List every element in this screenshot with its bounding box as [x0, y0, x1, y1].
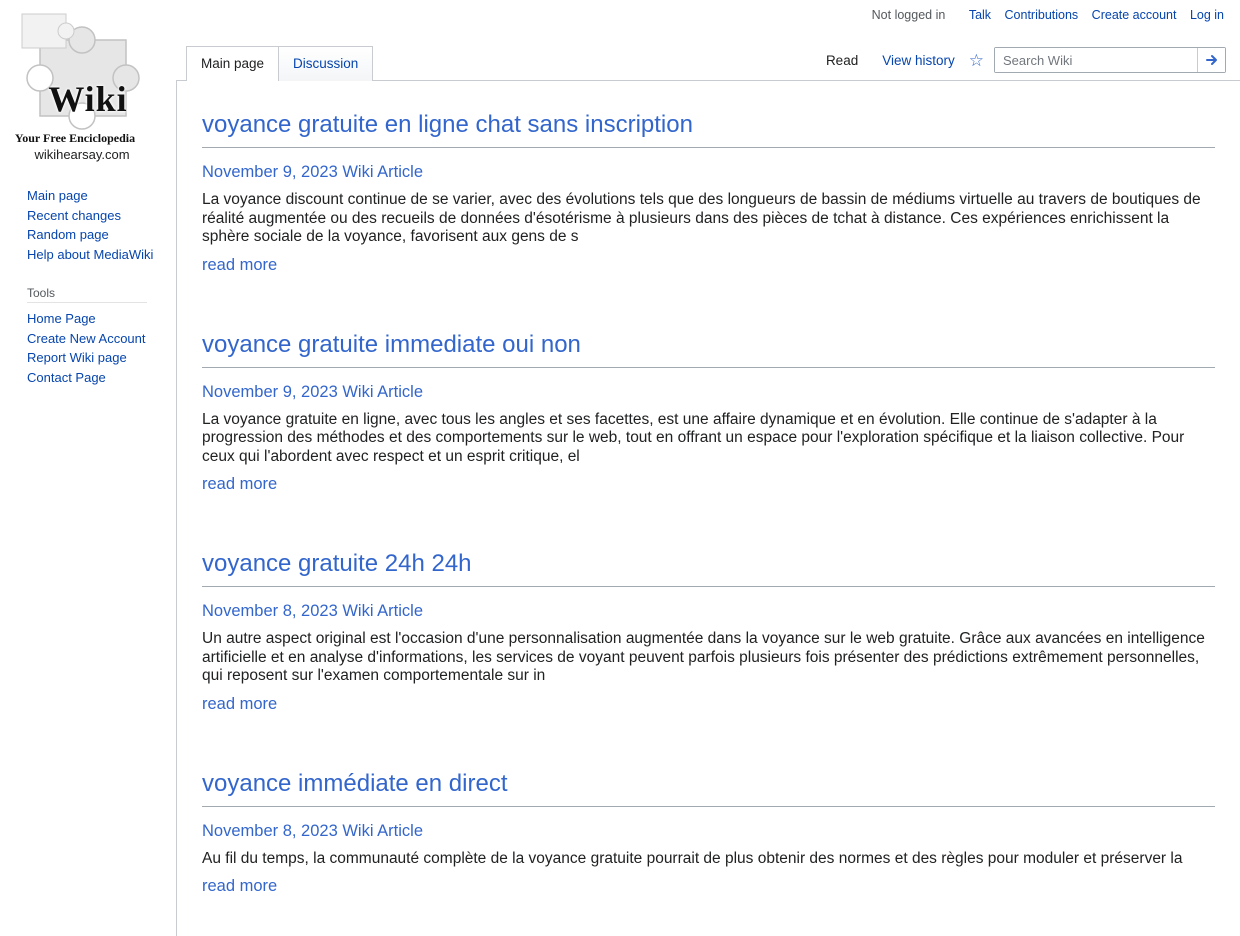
tab-view-history[interactable]: View history [870, 53, 967, 68]
article-title-link[interactable]: voyance gratuite en ligne chat sans insc… [202, 111, 1215, 148]
search-input[interactable] [995, 48, 1197, 72]
namespace-tabs: Main page Discussion [186, 45, 372, 80]
tab-read[interactable]: Read [814, 53, 870, 68]
article-excerpt: La voyance discount continue de se varie… [202, 191, 1215, 247]
sidebar-item-random-page[interactable]: Random page [27, 225, 176, 245]
sidebar-item-main-page[interactable]: Main page [27, 186, 176, 206]
personal-bar: Not logged in Talk Contributions Create … [176, 0, 1240, 28]
article-date: November 8, 2023 Wiki Article [202, 602, 1215, 621]
tools-item-report-wiki-page[interactable]: Report Wiki page [27, 348, 176, 368]
article-date: November 9, 2023 Wiki Article [202, 383, 1215, 402]
site-logo[interactable]: Wiki Your Free Enciclopedia wikihearsay.… [0, 0, 176, 168]
create-account-link[interactable]: Create account [1092, 8, 1177, 22]
watch-star-icon[interactable]: ☆ [967, 52, 994, 69]
page-header: Main page Discussion Read View history ☆ [176, 28, 1240, 80]
main-column: Not logged in Talk Contributions Create … [176, 0, 1240, 936]
read-more-link[interactable]: read more [202, 475, 277, 494]
read-more-link[interactable]: read more [202, 695, 277, 714]
article-title-link[interactable]: voyance immédiate en direct [202, 770, 1215, 807]
article-excerpt: Un autre aspect original est l'occasion … [202, 630, 1215, 686]
article-title-link[interactable]: voyance gratuite 24h 24h [202, 550, 1215, 587]
sidebar-nav: Main page Recent changes Random page Hel… [0, 168, 176, 264]
logo-tagline: Your Free Enciclopedia [0, 131, 150, 146]
tab-main-page[interactable]: Main page [186, 46, 279, 81]
article-title-link[interactable]: voyance gratuite immediate oui non [202, 331, 1215, 368]
article-date: November 8, 2023 Wiki Article [202, 822, 1215, 841]
tools-nav: Home Page Create New Account Report Wiki… [0, 309, 176, 387]
article-excerpt: Au fil du temps, la communauté complète … [202, 850, 1215, 869]
sidebar: Wiki Your Free Enciclopedia wikihearsay.… [0, 0, 176, 800]
tools-item-home-page[interactable]: Home Page [27, 309, 176, 329]
article-entry: voyance immédiate en direct November 8, … [202, 770, 1215, 897]
article-entry: voyance gratuite 24h 24h November 8, 202… [202, 550, 1215, 714]
read-more-link[interactable]: read more [202, 877, 277, 896]
contributions-link[interactable]: Contributions [1005, 8, 1079, 22]
article-list: voyance gratuite en ligne chat sans insc… [176, 80, 1240, 936]
logo-domain: wikihearsay.com [0, 147, 164, 162]
search-box [994, 47, 1226, 73]
article-date: November 9, 2023 Wiki Article [202, 163, 1215, 182]
article-entry: voyance gratuite en ligne chat sans insc… [202, 111, 1215, 275]
article-entry: voyance gratuite immediate oui non Novem… [202, 331, 1215, 495]
sidebar-item-recent-changes[interactable]: Recent changes [27, 206, 176, 226]
not-logged-in-label: Not logged in [872, 8, 946, 22]
talk-link[interactable]: Talk [969, 8, 991, 22]
log-in-link[interactable]: Log in [1190, 8, 1224, 22]
view-controls: Read View history ☆ [814, 47, 1226, 80]
go-arrow-icon [1205, 53, 1219, 67]
search-go-button[interactable] [1197, 48, 1225, 72]
tools-section-title: Tools [27, 286, 147, 303]
tab-discussion[interactable]: Discussion [278, 46, 373, 81]
article-excerpt: La voyance gratuite en ligne, avec tous … [202, 411, 1215, 467]
sidebar-item-help-mediawiki[interactable]: Help about MediaWiki [27, 245, 176, 265]
logo-wordmark: Wiki [0, 78, 176, 120]
tools-item-create-new-account[interactable]: Create New Account [27, 329, 176, 349]
read-more-link[interactable]: read more [202, 256, 277, 275]
tools-item-contact-page[interactable]: Contact Page [27, 368, 176, 388]
